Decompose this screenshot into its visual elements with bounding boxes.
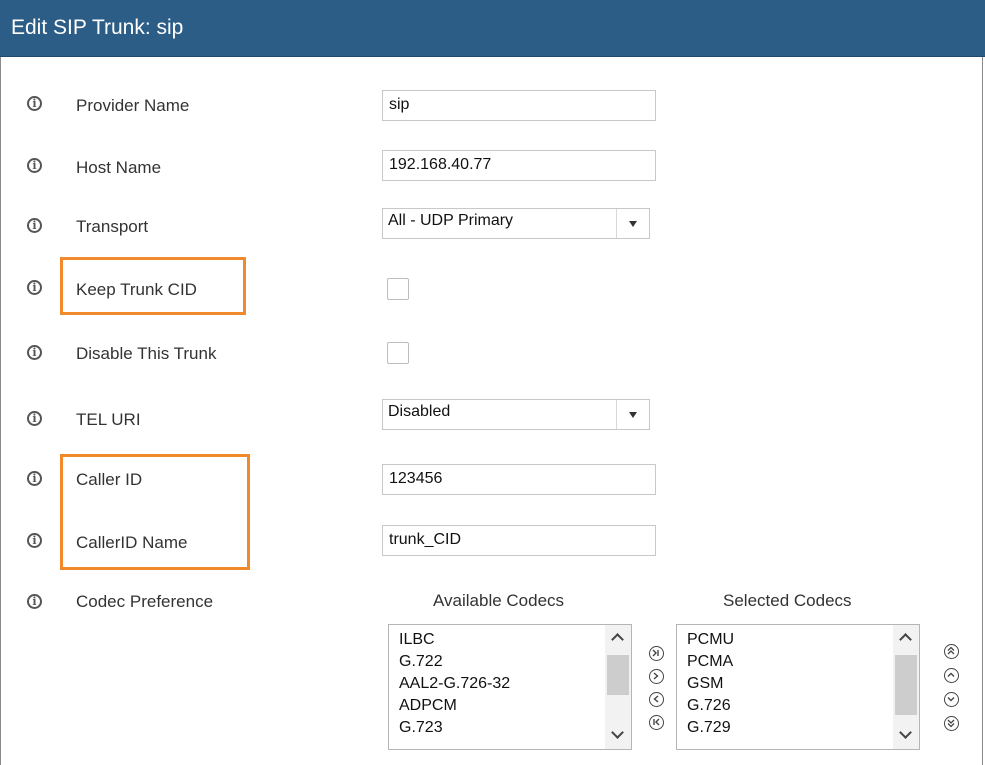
transport-value: All - UDP Primary (388, 212, 514, 229)
scroll-thumb[interactable] (607, 655, 629, 695)
move-up-icon[interactable] (944, 668, 959, 683)
info-icon[interactable]: i (27, 533, 42, 548)
info-icon[interactable]: i (27, 594, 42, 609)
row-disable-trunk: i Disable This Trunk (0, 338, 985, 378)
list-item[interactable]: GSM (687, 673, 734, 695)
list-item[interactable]: PCMA (687, 651, 734, 673)
keep-trunk-cid-checkbox[interactable] (387, 278, 409, 300)
scroll-down-icon[interactable] (611, 726, 624, 739)
caller-id-input[interactable]: 123456 (382, 464, 656, 495)
host-name-label: Host Name (76, 158, 162, 177)
transport-label: Transport (76, 217, 149, 236)
host-name-input[interactable]: 192.168.40.77 (382, 150, 656, 181)
tel-uri-value: Disabled (388, 403, 451, 420)
move-left-icon[interactable] (649, 692, 664, 707)
list-item[interactable]: ADPCM (399, 695, 510, 717)
info-icon[interactable]: i (27, 345, 42, 360)
move-bottom-icon[interactable] (944, 716, 959, 731)
move-right-icon[interactable] (649, 669, 664, 684)
tel-uri-label: TEL URI (76, 410, 141, 429)
codec-preference-label: Codec Preference (76, 592, 214, 611)
row-host-name: i Host Name 192.168.40.77 (0, 150, 985, 190)
scroll-up-icon[interactable] (611, 633, 624, 646)
list-item[interactable]: G.723 (399, 717, 510, 739)
highlight-box-caller-id (60, 454, 250, 570)
dialog-header: Edit SIP Trunk: sip (0, 0, 985, 57)
chevron-down-icon[interactable] (616, 209, 649, 238)
info-icon[interactable]: i (27, 218, 42, 233)
dialog-title: Edit SIP Trunk: sip (11, 16, 184, 39)
scroll-up-icon[interactable] (899, 633, 912, 646)
highlight-box-keep-trunk-cid (60, 257, 246, 315)
transport-select[interactable]: All - UDP Primary (382, 208, 650, 239)
list-item[interactable]: G.729 (687, 717, 734, 739)
chevron-down-icon[interactable] (616, 400, 649, 429)
move-all-right-icon[interactable] (649, 646, 664, 661)
disable-trunk-checkbox[interactable] (387, 342, 409, 364)
row-provider-name: i Provider Name sip (0, 90, 985, 130)
provider-name-label: Provider Name (76, 96, 190, 115)
info-icon[interactable]: i (27, 411, 42, 426)
available-codecs-scrollbar[interactable] (605, 625, 631, 749)
row-transport: i Transport All - UDP Primary (0, 208, 985, 248)
list-item[interactable]: G.726 (687, 695, 734, 717)
scroll-thumb[interactable] (895, 655, 917, 715)
list-item[interactable]: AAL2-G.726-32 (399, 673, 510, 695)
move-top-icon[interactable] (944, 644, 959, 659)
available-codecs-list[interactable]: ILBC G.722 AAL2-G.726-32 ADPCM G.723 (388, 624, 632, 750)
provider-name-input[interactable]: sip (382, 90, 656, 121)
info-icon[interactable]: i (27, 280, 42, 295)
tel-uri-select[interactable]: Disabled (382, 399, 650, 430)
selected-codecs-scrollbar[interactable] (893, 625, 919, 749)
info-icon[interactable]: i (27, 96, 42, 111)
list-item[interactable]: G.722 (399, 651, 510, 673)
available-codecs-label: Available Codecs (433, 591, 565, 610)
caller-id-name-input[interactable]: trunk_CID (382, 525, 656, 556)
move-all-left-icon[interactable] (649, 715, 664, 730)
row-tel-uri: i TEL URI Disabled (0, 399, 985, 439)
selected-codecs-label: Selected Codecs (723, 591, 852, 610)
move-down-icon[interactable] (944, 692, 959, 707)
disable-trunk-label: Disable This Trunk (76, 344, 217, 363)
selected-codecs-list[interactable]: PCMU PCMA GSM G.726 G.729 (676, 624, 920, 750)
info-icon[interactable]: i (27, 471, 42, 486)
scroll-down-icon[interactable] (899, 726, 912, 739)
info-icon[interactable]: i (27, 158, 42, 173)
list-item[interactable]: ILBC (399, 629, 510, 651)
list-item[interactable]: PCMU (687, 629, 734, 651)
